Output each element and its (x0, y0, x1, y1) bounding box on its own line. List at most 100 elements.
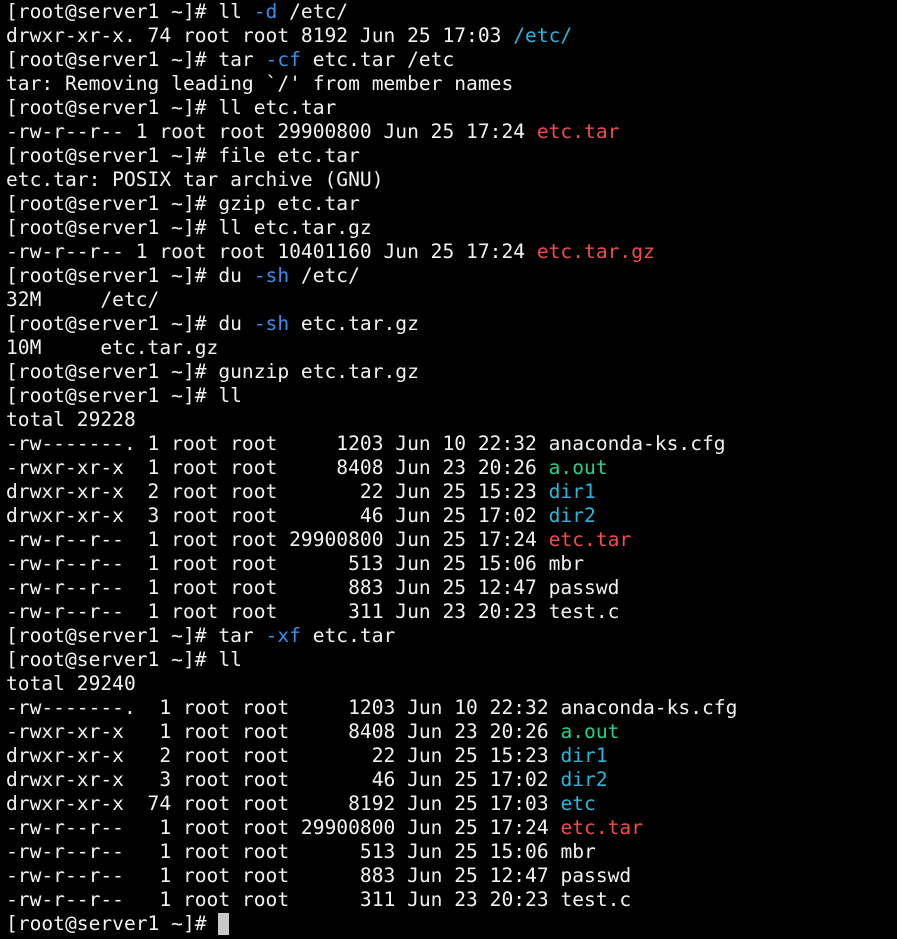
text-segment: -rw-r--r-- 1 root root 883 Jun 25 12:47 (6, 576, 549, 599)
text-segment: -rw-r--r-- 1 root root 311 Jun 23 20:23 (6, 600, 549, 623)
output-line: 32M /etc/ (6, 288, 897, 312)
text-segment: drwxr-xr-x. 74 root root 8192 Jun 25 17:… (6, 24, 514, 47)
output-line: tar: Removing leading `/' from member na… (6, 72, 897, 96)
dir-segment: /etc/ (513, 24, 573, 47)
text-segment: passwd (548, 576, 620, 599)
dir-segment: dir2 (560, 768, 608, 791)
listing-row: drwxr-xr-x 3 root root 46 Jun 25 17:02 d… (6, 768, 897, 792)
text-segment: -rw-r--r-- 1 root root 10401160 Jun 25 1… (6, 240, 537, 263)
listing-row: drwxr-xr-x 2 root root 22 Jun 25 15:23 d… (6, 480, 897, 504)
text-segment: drwxr-xr-x 3 root root 46 Jun 25 17:02 (6, 504, 549, 527)
command-line: [root@server1 ~]# gzip etc.tar (6, 192, 897, 216)
archive-segment: etc.tar.gz (536, 240, 655, 263)
text-segment: total 29240 (6, 672, 136, 695)
text-segment: [root@server1 ~]# ll (6, 384, 242, 407)
terminal-output: [root@server1 ~]# ll -d /etc/drwxr-xr-x.… (6, 0, 897, 912)
listing-row: -rw-------. 1 root root 1203 Jun 10 22:3… (6, 696, 897, 720)
text-segment: anaconda-ks.cfg (560, 696, 738, 719)
text-segment: anaconda-ks.cfg (548, 432, 726, 455)
text-segment: tar: Removing leading `/' from member na… (6, 72, 514, 95)
text-segment: -rw-------. 1 root root 1203 Jun 10 22:3… (6, 696, 561, 719)
option-segment: -sh (253, 264, 290, 287)
listing-row: drwxr-xr-x 74 root root 8192 Jun 25 17:0… (6, 792, 897, 816)
text-segment: -rw-r--r-- 1 root root 883 Jun 25 12:47 (6, 864, 561, 887)
listing-row: -rw-r--r-- 1 root root 883 Jun 25 12:47 … (6, 576, 897, 600)
text-segment: etc.tar.gz (289, 312, 419, 335)
listing-row: -rw-r--r-- 1 root root 311 Jun 23 20:23 … (6, 888, 897, 912)
archive-segment: etc.tar (560, 816, 644, 839)
command-line: [root@server1 ~]# file etc.tar (6, 144, 897, 168)
command-line: [root@server1 ~]# gunzip etc.tar.gz (6, 360, 897, 384)
command-line: [root@server1 ~]# ll etc.tar.gz (6, 216, 897, 240)
text-segment: -rw-r--r-- 1 root root 311 Jun 23 20:23 (6, 888, 561, 911)
output-line: drwxr-xr-x. 74 root root 8192 Jun 25 17:… (6, 24, 897, 48)
listing-row: -rw-r--r-- 1 root root 29900800 Jun 25 1… (6, 528, 897, 552)
text-segment: etc.tar: POSIX tar archive (GNU) (6, 168, 384, 191)
text-segment: /etc/ (289, 264, 360, 287)
command-line: [root@server1 ~]# du -sh etc.tar.gz (6, 312, 897, 336)
text-segment: etc.tar (300, 624, 396, 647)
listing-row: -rwxr-xr-x 1 root root 8408 Jun 23 20:26… (6, 720, 897, 744)
text-segment: passwd (560, 864, 632, 887)
output-line: 10M etc.tar.gz (6, 336, 897, 360)
text-cursor (218, 913, 230, 935)
text-segment: [root@server1 ~]# du (6, 312, 254, 335)
text-segment: test.c (560, 888, 632, 911)
text-segment: [root@server1 ~]# du (6, 264, 254, 287)
text-segment: [root@server1 ~]# ll etc.tar (6, 96, 337, 119)
text-segment: test.c (548, 600, 620, 623)
output-line: etc.tar: POSIX tar archive (GNU) (6, 168, 897, 192)
listing-row: -rw-r--r-- 1 root root 513 Jun 25 15:06 … (6, 840, 897, 864)
option-segment: -sh (253, 312, 290, 335)
dir-segment: dir1 (560, 744, 608, 767)
archive-segment: etc.tar (536, 120, 620, 143)
prompt-text: [root@server1 ~]# (6, 912, 219, 935)
command-line: [root@server1 ~]# ll (6, 648, 897, 672)
exe-segment: a.out (548, 456, 608, 479)
output-line: total 29228 (6, 408, 897, 432)
listing-row: drwxr-xr-x 2 root root 22 Jun 25 15:23 d… (6, 744, 897, 768)
text-segment: -rw-------. 1 root root 1203 Jun 10 22:3… (6, 432, 549, 455)
output-line: -rw-r--r-- 1 root root 29900800 Jun 25 1… (6, 120, 897, 144)
command-line: [root@server1 ~]# ll -d /etc/ (6, 0, 897, 24)
option-segment: -d (253, 0, 278, 23)
text-segment: -rwxr-xr-x 1 root root 8408 Jun 23 20:26 (6, 720, 561, 743)
command-line: [root@server1 ~]# tar -cf etc.tar /etc (6, 48, 897, 72)
text-segment: [root@server1 ~]# tar (6, 624, 266, 647)
text-segment: drwxr-xr-x 3 root root 46 Jun 25 17:02 (6, 768, 561, 791)
listing-row: -rw-r--r-- 1 root root 883 Jun 25 12:47 … (6, 864, 897, 888)
text-segment: [root@server1 ~]# tar (6, 48, 266, 71)
text-segment: 10M etc.tar.gz (6, 336, 219, 359)
text-segment: -rw-r--r-- 1 root root 29900800 Jun 25 1… (6, 528, 549, 551)
dir-segment: etc (560, 792, 596, 815)
text-segment: -rwxr-xr-x 1 root root 8408 Jun 23 20:26 (6, 456, 549, 479)
listing-row: -rw-r--r-- 1 root root 513 Jun 25 15:06 … (6, 552, 897, 576)
text-segment: /etc/ (277, 0, 349, 23)
text-segment: [root@server1 ~]# gzip etc.tar (6, 192, 360, 215)
option-segment: -cf (265, 48, 301, 71)
listing-row: -rw-------. 1 root root 1203 Jun 10 22:3… (6, 432, 897, 456)
text-segment: -rw-r--r-- 1 root root 513 Jun 25 15:06 (6, 552, 549, 575)
listing-row: -rw-r--r-- 1 root root 29900800 Jun 25 1… (6, 816, 897, 840)
text-segment: -rw-r--r-- 1 root root 513 Jun 25 15:06 (6, 840, 561, 863)
listing-row: -rwxr-xr-x 1 root root 8408 Jun 23 20:26… (6, 456, 897, 480)
command-line: [root@server1 ~]# du -sh /etc/ (6, 264, 897, 288)
text-segment: -rw-r--r-- 1 root root 29900800 Jun 25 1… (6, 816, 561, 839)
text-segment: mbr (560, 840, 596, 863)
terminal-window[interactable]: [root@server1 ~]# ll -d /etc/drwxr-xr-x.… (0, 0, 897, 939)
output-line: -rw-r--r-- 1 root root 10401160 Jun 25 1… (6, 240, 897, 264)
command-line: [root@server1 ~]# ll (6, 384, 897, 408)
text-segment: [root@server1 ~]# ll etc.tar.gz (6, 216, 372, 239)
dir-segment: dir2 (548, 504, 596, 527)
option-segment: -xf (265, 624, 301, 647)
text-segment: drwxr-xr-x 2 root root 22 Jun 25 15:23 (6, 480, 549, 503)
text-segment: drwxr-xr-x 2 root root 22 Jun 25 15:23 (6, 744, 561, 767)
active-prompt-line[interactable]: [root@server1 ~]# (6, 912, 897, 936)
listing-row: drwxr-xr-x 3 root root 46 Jun 25 17:02 d… (6, 504, 897, 528)
dir-segment: dir1 (548, 480, 596, 503)
text-segment: etc.tar /etc (300, 48, 455, 71)
command-line: [root@server1 ~]# tar -xf etc.tar (6, 624, 897, 648)
text-segment: 32M /etc/ (6, 288, 160, 311)
archive-segment: etc.tar (548, 528, 632, 551)
text-segment: [root@server1 ~]# gunzip etc.tar.gz (6, 360, 419, 383)
